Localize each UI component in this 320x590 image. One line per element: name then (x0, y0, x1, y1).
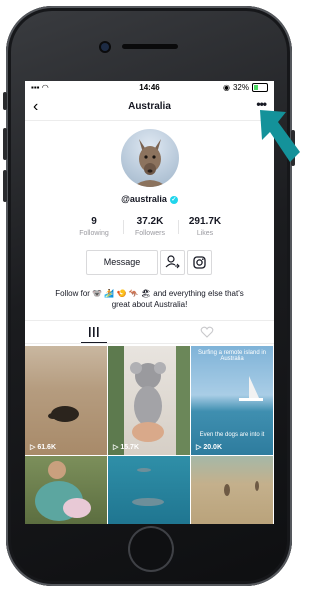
view-count: ▷ 61.6K (30, 444, 57, 451)
pointer-arrow-icon (260, 110, 300, 162)
liked-videos-icon[interactable] (200, 326, 214, 338)
stat-likes[interactable]: 291.7K Likes (175, 216, 235, 237)
video-thumbnail[interactable] (108, 456, 190, 524)
bio-line-2: great about Australia! (111, 300, 188, 309)
video-thumbnail[interactable] (191, 456, 273, 524)
front-camera (101, 43, 109, 51)
koala-image (108, 346, 190, 455)
stat-label: Likes (196, 230, 214, 237)
message-button[interactable]: Message (86, 250, 158, 275)
view-count-text: 20.0K (203, 444, 223, 451)
stat-label: Followers (135, 230, 165, 237)
username-text: @australia (121, 194, 167, 204)
earpiece (122, 44, 178, 49)
battery-percent: 32% (232, 83, 249, 92)
avatar[interactable] (121, 129, 179, 187)
view-count: ▷ 20.0K (196, 444, 223, 451)
profile-tabs (25, 321, 274, 344)
user-swap-icon (165, 255, 180, 269)
shark-water-image (132, 468, 164, 506)
nav-divider (25, 120, 274, 121)
mute-switch (3, 92, 7, 110)
stat-followers[interactable]: 37.2K Followers (120, 216, 180, 237)
view-count-text: 61.6K (37, 444, 57, 451)
add-friend-button[interactable] (160, 250, 185, 275)
verified-badge-icon: ✓ (169, 195, 178, 204)
bio-line-1: Follow for 🐨 🏄 🍤 🦘 🏖 and everything else… (55, 289, 244, 298)
echidna-beach-image (48, 406, 79, 422)
video-thumbnail[interactable]: ▷ 61.6K (25, 346, 107, 455)
kangaroo-photo (133, 139, 167, 187)
bio: Follow for 🐨 🏄 🍤 🦘 🏖 and everything else… (39, 288, 260, 310)
tabs-bottom-divider (25, 343, 274, 344)
app-screen: ▪▪▪ ◠ 14:46 ◉ 32% ‹ Australia ••• @austr… (25, 81, 274, 524)
kangaroo-beach-image (224, 481, 259, 496)
status-bar: ▪▪▪ ◠ 14:46 ◉ 32% (25, 81, 274, 95)
video-thumbnail[interactable] (25, 456, 107, 524)
volume-up-button (3, 128, 7, 160)
view-count-text: 15.7K (120, 444, 140, 451)
person-dog-image (35, 461, 91, 521)
stat-value: 37.2K (136, 216, 164, 227)
username: @australia ✓ (25, 194, 274, 204)
stat-value: 9 (91, 216, 97, 227)
stat-following[interactable]: 9 Following (64, 216, 124, 237)
view-count: ▷ 15.7K (113, 444, 140, 451)
home-button[interactable] (128, 526, 174, 572)
instagram-button[interactable] (187, 250, 212, 275)
battery-icon (252, 83, 268, 92)
alarm-icon: ◉ (223, 83, 230, 92)
nav-bar: ‹ Australia ••• (25, 97, 274, 119)
video-caption: Even the dogs are into it (199, 432, 265, 438)
instagram-icon (193, 256, 206, 269)
grid-videos-icon[interactable] (87, 326, 101, 338)
status-right: ◉ 32% (223, 83, 268, 92)
stat-value: 291.7K (188, 216, 222, 227)
video-thumbnail[interactable]: ▷ 15.7K (108, 346, 190, 455)
sailboat-sea-image (239, 376, 263, 401)
page-title: Australia (128, 101, 171, 112)
volume-down-button (3, 170, 7, 202)
video-thumbnail[interactable]: Surfing a remote island in Australia Eve… (191, 346, 273, 455)
stat-label: Following (79, 230, 109, 237)
video-caption-top: Surfing a remote island in Australia (197, 350, 267, 362)
